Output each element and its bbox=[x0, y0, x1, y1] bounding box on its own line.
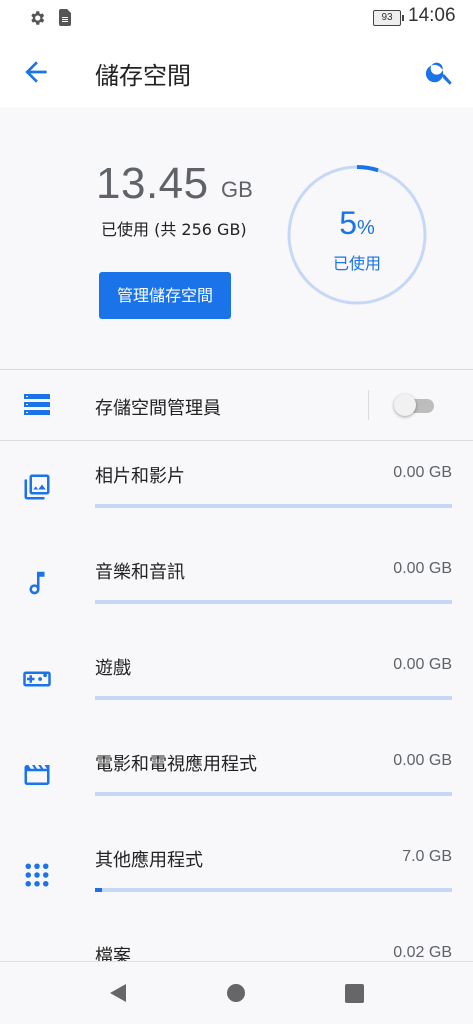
category-usage-bar bbox=[95, 504, 452, 508]
category-size: 0.00 GB bbox=[393, 464, 452, 481]
divider-vertical bbox=[368, 390, 369, 420]
category-name: 電影和電視應用程式 bbox=[95, 754, 257, 775]
music-note-icon bbox=[29, 571, 45, 595]
storage-manager-row[interactable]: 存儲空間管理員 bbox=[0, 370, 473, 440]
category-size: 0.02 GB bbox=[393, 944, 452, 961]
gear-icon bbox=[31, 11, 45, 25]
storage-manager-label: 存儲空間管理員 bbox=[95, 398, 221, 419]
sim-card-icon bbox=[59, 9, 71, 26]
storage-manager-toggle[interactable] bbox=[392, 394, 438, 416]
used-storage-caption: 已使用 (共 256 GB) bbox=[101, 220, 247, 239]
toggle-thumb bbox=[394, 394, 416, 416]
category-movies-tv[interactable]: 電影和電視應用程式 0.00 GB bbox=[0, 730, 473, 826]
system-nav-bar bbox=[0, 961, 473, 1024]
app-bar: 儲存空間 bbox=[0, 36, 473, 107]
category-usage-bar bbox=[95, 600, 452, 604]
category-size: 7.0 GB bbox=[402, 848, 452, 865]
storage-list-icon bbox=[24, 394, 50, 415]
search-icon[interactable] bbox=[424, 56, 456, 88]
used-storage-unit: GB bbox=[221, 177, 253, 202]
category-photos-videos[interactable]: 相片和影片 0.00 GB bbox=[0, 442, 473, 538]
category-size: 0.00 GB bbox=[393, 656, 452, 673]
nav-back-icon[interactable] bbox=[106, 982, 128, 1004]
movie-icon bbox=[24, 765, 50, 785]
gamepad-icon bbox=[23, 671, 51, 687]
category-other-apps[interactable]: 其他應用程式 7.0 GB bbox=[0, 826, 473, 922]
photo-library-icon bbox=[24, 474, 50, 500]
category-size: 0.00 GB bbox=[393, 560, 452, 577]
arrow-left-icon[interactable] bbox=[20, 56, 52, 88]
category-usage-bar bbox=[95, 888, 452, 892]
divider bbox=[0, 440, 473, 441]
category-usage-bar bbox=[95, 792, 452, 796]
nav-home-icon[interactable] bbox=[227, 984, 245, 1002]
category-usage-fill bbox=[95, 888, 103, 892]
category-music-audio[interactable]: 音樂和音訊 0.00 GB bbox=[0, 538, 473, 634]
battery-indicator: 93 bbox=[373, 10, 404, 26]
usage-percent: 5% bbox=[286, 205, 428, 242]
usage-percent-value: 5 bbox=[339, 205, 357, 241]
usage-percent-sign: % bbox=[357, 217, 375, 239]
page-title: 儲存空間 bbox=[95, 62, 191, 90]
category-name: 音樂和音訊 bbox=[95, 562, 185, 583]
storage-summary: 13.45 GB 已使用 (共 256 GB) 管理儲存空間 5% 已使用 bbox=[0, 107, 473, 369]
clock: 14:06 bbox=[408, 5, 456, 26]
status-bar: 93 14:06 bbox=[0, 0, 473, 36]
category-usage-bar bbox=[95, 696, 452, 700]
used-storage-value: 13.45 bbox=[96, 159, 209, 208]
category-name: 相片和影片 bbox=[95, 466, 185, 487]
category-size: 0.00 GB bbox=[393, 752, 452, 769]
apps-grid-icon bbox=[25, 863, 49, 887]
category-name: 其他應用程式 bbox=[95, 850, 203, 871]
category-games[interactable]: 遊戲 0.00 GB bbox=[0, 634, 473, 730]
manage-storage-button[interactable]: 管理儲存空間 bbox=[99, 272, 231, 319]
storage-settings-screen: 93 14:06 儲存空間 13.45 GB 已使用 (共 256 GB) 管理… bbox=[0, 0, 473, 1024]
category-name: 遊戲 bbox=[95, 658, 131, 679]
usage-percent-caption: 已使用 bbox=[332, 254, 381, 273]
nav-recents-icon[interactable] bbox=[345, 984, 364, 1003]
